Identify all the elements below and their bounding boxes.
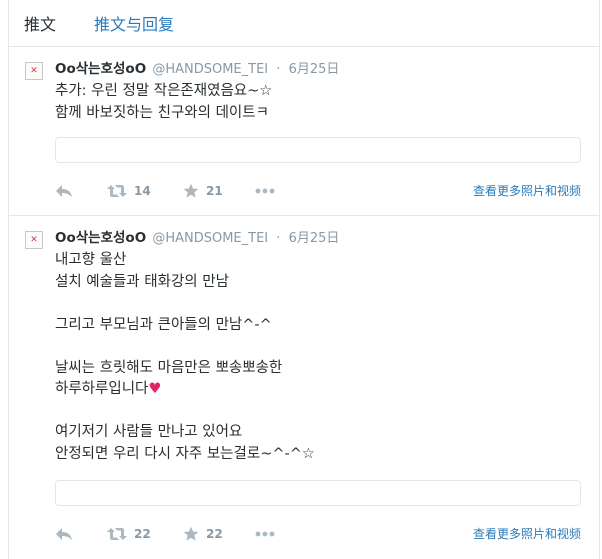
reply-input[interactable] [55,480,581,506]
retweet-icon [107,185,127,197]
favorite-button[interactable]: 21 [183,181,223,201]
favorite-button[interactable]: 22 [183,524,223,544]
profile-tabs: 推文 推文与回复 [9,0,599,47]
tweet-text-line: 함께 바보짓하는 친구와의 데이트ㅋ [55,104,269,121]
tweet-text-line [55,293,575,315]
tweet-header: Oo삭는호성oO @HANDSOME_TEI · 6月25日 [55,60,339,79]
broken-image-icon: ✕ [30,235,38,245]
tweet-text-line: 설치 예술들과 태화강의 만남 [55,273,229,290]
tweet[interactable]: ✕ Oo삭는호성oO @HANDSOME_TEI · 6月25日 내고향 울산설… [9,217,599,559]
tweet-header: Oo삭는호성oO @HANDSOME_TEI · 6月25日 [55,229,339,248]
tweet-text-line: 날씨는 흐릿해도 마음만은 뽀송뽀송한 [55,359,283,376]
separator-dot: · [276,62,281,77]
tweet-timestamp[interactable]: 6月25日 [289,62,340,77]
reply-button[interactable] [55,524,73,544]
timeline-panel: 推文 推文与回复 ✕ Oo삭는호성oO @HANDSOME_TEI · 6月25… [8,0,600,559]
tweet-text-line: 내고향 울산 [55,252,127,268]
avatar[interactable]: ✕ [25,62,43,80]
broken-image-icon: ✕ [30,66,38,76]
tweet-text-line: 여기저기 사람들 만나고 있어요 [55,424,243,440]
tweet-text-line: 추가: 우린 정말 작은존재였음요~☆ [55,83,273,99]
tweet-text-line [55,336,575,358]
star-icon [183,183,199,198]
star-icon [183,526,199,541]
tab-tweets-and-replies[interactable]: 推文与回复 [94,14,174,36]
separator-dot: · [276,231,281,246]
view-more-media-link[interactable]: 查看更多照片和视频 [473,526,581,542]
tweet-fullname[interactable]: Oo삭는호성oO [55,230,146,246]
retweet-count: 14 [134,184,151,198]
more-options-button[interactable] [255,524,275,544]
reply-icon [56,528,72,540]
tweet-username[interactable]: @HANDSOME_TEI [152,231,268,246]
tweet-text-line: 하루하루입니다♥ [55,379,575,401]
ellipsis-icon [255,531,275,537]
tweet-text-line [55,401,575,423]
reply-icon [56,185,72,197]
tweet[interactable]: ✕ Oo삭는호성oO @HANDSOME_TEI · 6月25日 추가: 우린 … [9,48,599,216]
favorite-count: 21 [206,184,223,198]
tweet-username[interactable]: @HANDSOME_TEI [152,62,268,77]
more-options-button[interactable] [255,181,275,201]
reply-button[interactable] [55,181,73,201]
tweet-text-line: 그리고 부모님과 큰아들의 만남^-^ [55,316,272,333]
tweet-text: 내고향 울산설치 예술들과 태화강의 만남 그리고 부모님과 큰아들의 만남^-… [55,250,575,465]
tweet-fullname[interactable]: Oo삭는호성oO [55,61,146,77]
ellipsis-icon [255,188,275,194]
tweet-text-line: 안정되면 우리 다시 자주 보는걸로~^-^☆ [55,445,315,462]
favorite-count: 22 [206,527,223,541]
retweet-button[interactable]: 22 [107,524,151,544]
tweet-actions: 22 22 查看更多照片和视频 [55,524,581,544]
tweet-timestamp[interactable]: 6月25日 [289,231,340,246]
tab-tweets[interactable]: 推文 [24,14,56,36]
heart-emoji: ♥ [148,381,162,397]
reply-input[interactable] [55,137,581,163]
view-more-media-link[interactable]: 查看更多照片和视频 [473,183,581,199]
avatar[interactable]: ✕ [25,231,43,249]
retweet-button[interactable]: 14 [107,181,151,201]
retweet-icon [107,528,127,540]
tweet-text-line-part: 하루하루입니다 [55,381,149,397]
tweet-actions: 14 21 查看更多照片和视频 [55,181,581,201]
tweet-text: 추가: 우린 정말 작은존재였음요~☆ 함께 바보짓하는 친구와의 데이트ㅋ [55,81,575,124]
retweet-count: 22 [134,527,151,541]
